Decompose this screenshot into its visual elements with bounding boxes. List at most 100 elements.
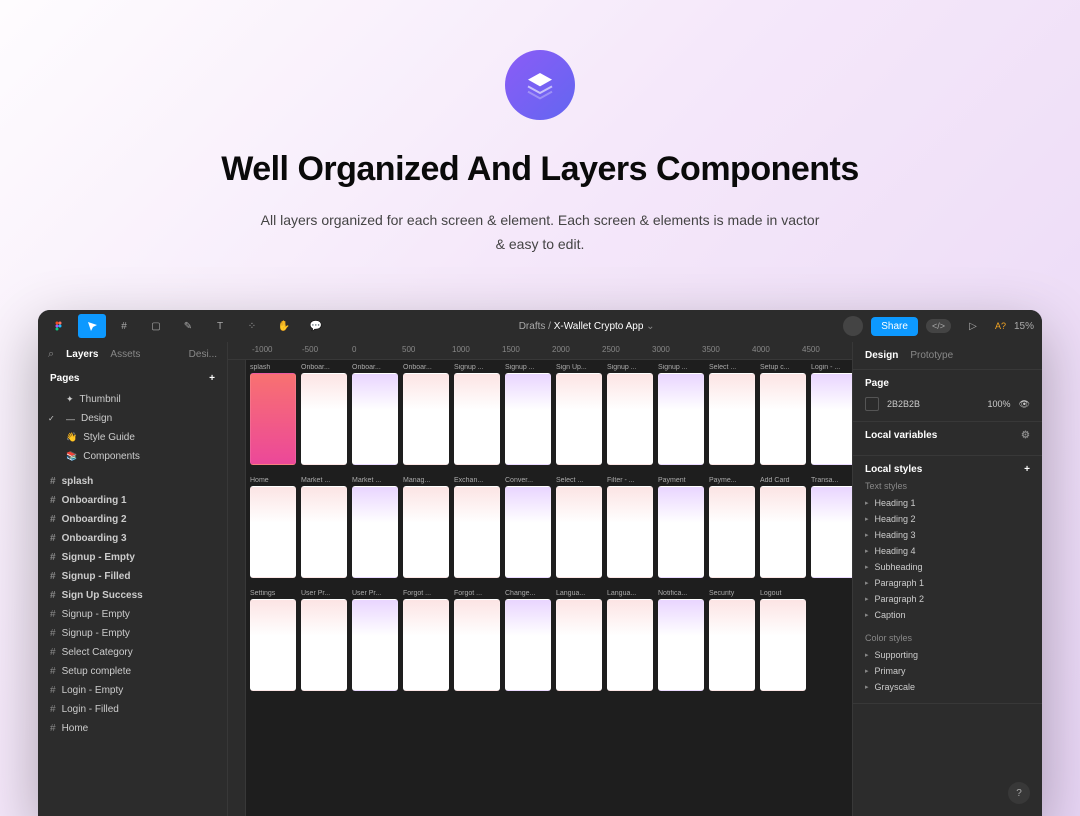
dev-mode-toggle[interactable]: </> <box>926 319 951 333</box>
page-dropdown[interactable]: Desi... <box>189 349 217 360</box>
frame[interactable]: Manag... <box>403 477 449 578</box>
frame[interactable]: Transa... <box>811 477 852 578</box>
frame[interactable]: Signup ... <box>658 364 704 465</box>
hero-title: Well Organized And Layers Components <box>0 150 1080 189</box>
frame[interactable]: Conver... <box>505 477 551 578</box>
layer-item[interactable]: #Onboarding 1 <box>38 491 227 510</box>
ruler-vertical <box>228 360 246 816</box>
layer-item[interactable]: #Home <box>38 719 227 738</box>
color-style-item[interactable]: Primary <box>865 663 1030 679</box>
page-item[interactable]: —Design <box>38 409 227 428</box>
resource-tool[interactable]: ⁘ <box>238 314 266 338</box>
frame[interactable]: Add Card <box>760 477 806 578</box>
frame[interactable]: Login - ... <box>811 364 852 465</box>
text-style-item[interactable]: Heading 3 <box>865 527 1030 543</box>
frame[interactable]: Signup ... <box>454 364 500 465</box>
layer-item[interactable]: #Setup complete <box>38 662 227 681</box>
page-item[interactable]: 👋Style Guide <box>38 428 227 447</box>
layer-item[interactable]: #splash <box>38 472 227 491</box>
layer-item[interactable]: #Login - Filled <box>38 700 227 719</box>
hand-tool[interactable]: ✋ <box>270 314 298 338</box>
add-page-button[interactable]: + <box>209 373 215 384</box>
frame[interactable]: Select ... <box>709 364 755 465</box>
add-style-button[interactable]: + <box>1024 464 1030 475</box>
page-opacity[interactable]: 100% <box>988 399 1011 409</box>
frame[interactable]: Select ... <box>556 477 602 578</box>
move-tool[interactable] <box>78 314 106 338</box>
frame[interactable]: Onboar... <box>352 364 398 465</box>
frame[interactable]: Onboar... <box>301 364 347 465</box>
layer-item[interactable]: #Signup - Empty <box>38 548 227 567</box>
page-color-swatch[interactable] <box>865 397 879 411</box>
frame[interactable]: User Pr... <box>352 590 398 691</box>
frame[interactable]: Payment <box>658 477 704 578</box>
breadcrumb[interactable]: Drafts / X-Wallet Crypto App ⌄ <box>330 321 843 332</box>
zoom-level[interactable]: 15% <box>1014 321 1034 332</box>
frame[interactable]: Logout <box>760 590 806 691</box>
right-panel: Design Prototype Page 2B2B2B 100% 👁 Loca… <box>852 342 1042 816</box>
frame[interactable]: Forgot ... <box>403 590 449 691</box>
layer-item[interactable]: #Onboarding 3 <box>38 529 227 548</box>
frame[interactable]: Signup ... <box>505 364 551 465</box>
text-style-item[interactable]: Paragraph 2 <box>865 591 1030 607</box>
figma-menu-icon[interactable] <box>46 314 74 338</box>
frame[interactable]: Sign Up... <box>556 364 602 465</box>
text-style-item[interactable]: Heading 2 <box>865 511 1030 527</box>
text-style-item[interactable]: Heading 1 <box>865 495 1030 511</box>
variables-settings-icon[interactable]: ⚙ <box>1021 430 1030 441</box>
page-item[interactable]: 📚Components <box>38 447 227 466</box>
frame[interactable]: Onboar... <box>403 364 449 465</box>
text-style-item[interactable]: Paragraph 1 <box>865 575 1030 591</box>
pen-tool[interactable]: ✎ <box>174 314 202 338</box>
search-icon[interactable]: ⌕ <box>48 348 54 361</box>
layer-item[interactable]: #Sign Up Success <box>38 586 227 605</box>
frame[interactable]: Market ... <box>301 477 347 578</box>
layer-item[interactable]: #Select Category <box>38 643 227 662</box>
frame[interactable]: Langua... <box>556 590 602 691</box>
frame[interactable]: Filter - ... <box>607 477 653 578</box>
layer-item[interactable]: #Login - Empty <box>38 681 227 700</box>
text-style-item[interactable]: Caption <box>865 607 1030 623</box>
text-style-item[interactable]: Subheading <box>865 559 1030 575</box>
share-button[interactable]: Share <box>871 317 918 336</box>
text-styles-header: Text styles <box>865 481 1030 491</box>
frame[interactable]: Notifica... <box>658 590 704 691</box>
shape-tool[interactable]: ▢ <box>142 314 170 338</box>
comment-tool[interactable]: 💬 <box>302 314 330 338</box>
frame[interactable]: splash <box>250 364 296 465</box>
frame[interactable]: Settings <box>250 590 296 691</box>
frame[interactable]: Home <box>250 477 296 578</box>
color-style-item[interactable]: Grayscale <box>865 679 1030 695</box>
page-item[interactable]: ✦Thumbnil <box>38 390 227 409</box>
layer-item[interactable]: #Signup - Empty <box>38 605 227 624</box>
frame[interactable]: Security <box>709 590 755 691</box>
layer-item[interactable]: #Signup - Filled <box>38 567 227 586</box>
tab-design[interactable]: Design <box>865 350 898 361</box>
figma-topbar: # ▢ ✎ T ⁘ ✋ 💬 Drafts / X-Wallet Crypto A… <box>38 310 1042 342</box>
help-button[interactable]: ? <box>1008 782 1030 804</box>
frame[interactable]: User Pr... <box>301 590 347 691</box>
tab-layers[interactable]: Layers <box>66 349 98 360</box>
frame[interactable]: Payme... <box>709 477 755 578</box>
page-color-value[interactable]: 2B2B2B <box>887 399 920 409</box>
layer-item[interactable]: #Onboarding 2 <box>38 510 227 529</box>
frame[interactable]: Market ... <box>352 477 398 578</box>
canvas[interactable]: -1000-5000500100015002000250030003500400… <box>228 342 852 816</box>
frame[interactable]: Signup ... <box>607 364 653 465</box>
present-button[interactable]: ▷ <box>959 314 987 338</box>
frame[interactable]: Change... <box>505 590 551 691</box>
frame[interactable]: Exchan... <box>454 477 500 578</box>
text-style-item[interactable]: Heading 4 <box>865 543 1030 559</box>
frame-tool[interactable]: # <box>110 314 138 338</box>
frame[interactable]: Setup c... <box>760 364 806 465</box>
tab-prototype[interactable]: Prototype <box>910 350 953 361</box>
tab-assets[interactable]: Assets <box>110 349 140 360</box>
frame[interactable]: Langua... <box>607 590 653 691</box>
hero-subtitle: All layers organized for each screen & e… <box>260 209 820 257</box>
text-tool[interactable]: T <box>206 314 234 338</box>
frame[interactable]: Forgot ... <box>454 590 500 691</box>
visibility-icon[interactable]: 👁 <box>1019 399 1030 410</box>
avatar[interactable] <box>843 316 863 336</box>
color-style-item[interactable]: Supporting <box>865 647 1030 663</box>
layer-item[interactable]: #Signup - Empty <box>38 624 227 643</box>
